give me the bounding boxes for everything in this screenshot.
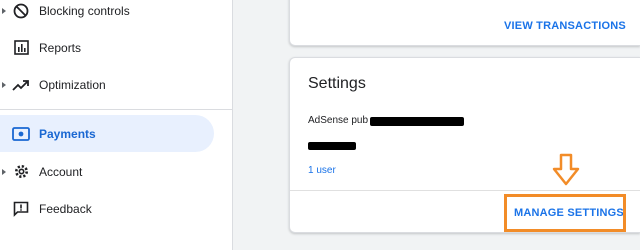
block-icon [12,2,30,20]
redacted-publisher-id [370,117,464,126]
sidebar-item-account[interactable]: Account [0,153,214,190]
sidebar-item-label: Feedback [39,201,92,216]
sidebar-item-label: Payments [39,126,96,141]
users-link[interactable]: 1 user [308,165,336,176]
card-divider [290,190,640,191]
feedback-icon [12,200,30,218]
highlight-box [504,194,626,232]
gear-icon [12,163,30,181]
sidebar-divider [0,109,232,110]
view-transactions-button[interactable]: VIEW TRANSACTIONS [504,20,626,32]
publisher-id-label: AdSense pub [308,115,369,126]
sidebar-item-blocking-controls[interactable]: Blocking controls [0,0,214,29]
settings-title: Settings [308,75,366,92]
sidebar-item-feedback[interactable]: Feedback [0,190,214,227]
sidebar-item-label: Account [39,164,83,179]
expand-caret-icon[interactable] [2,7,6,14]
sidebar-item-label: Optimization [39,77,106,92]
sidebar-item-optimization[interactable]: Optimization [0,66,214,103]
expand-caret-icon[interactable] [2,168,6,175]
redacted-account-name [308,142,356,150]
sidebar: Blocking controls Reports Optimization P… [0,0,233,250]
reports-icon [12,39,30,57]
sidebar-item-reports[interactable]: Reports [0,29,214,66]
down-arrow-icon [552,153,580,186]
expand-caret-icon[interactable] [2,81,6,88]
sidebar-item-label: Blocking controls [39,3,130,18]
trending-up-icon [12,76,30,94]
payments-icon [12,125,30,143]
sidebar-item-payments[interactable]: Payments [0,115,214,152]
transactions-card: VIEW TRANSACTIONS [289,0,640,46]
sidebar-item-label: Reports [39,40,82,55]
